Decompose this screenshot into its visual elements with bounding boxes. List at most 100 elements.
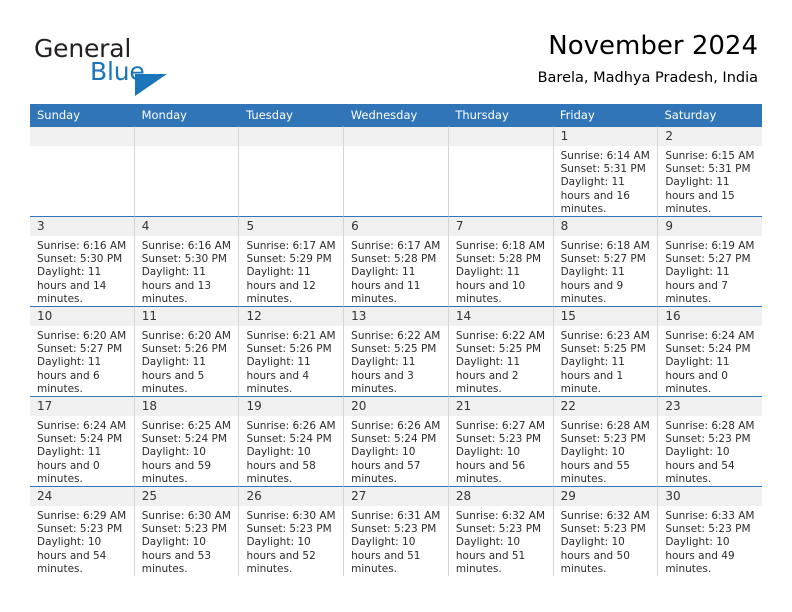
weekday-header-sunday: Sunday [37, 108, 81, 122]
sun-info-text: Sunrise: 6:33 AM Sunset: 5:23 PM Dayligh… [665, 510, 755, 575]
day-number: 24 [30, 487, 134, 506]
sun-info-text: Sunrise: 6:17 AM Sunset: 5:29 PM Dayligh… [246, 240, 336, 305]
calendar-weeks: 1 Sunrise: 6:14 AM Sunset: 5:31 PM Daylig… [30, 126, 763, 576]
calendar-day-cell-empty [239, 126, 345, 216]
calendar-day-cell[interactable]: 24 Sunrise: 6:29 AM Sunset: 5:23 PM Dayli… [30, 486, 135, 576]
calendar-week-row: 24 Sunrise: 6:29 AM Sunset: 5:23 PM Dayli… [30, 486, 763, 576]
day-number: 13 [344, 307, 448, 326]
day-number [344, 127, 448, 146]
day-number [448, 127, 553, 146]
calendar-day-cell[interactable]: 14 Sunrise: 6:22 AM Sunset: 5:25 PM Dayli… [448, 306, 554, 396]
sun-info-text: Sunrise: 6:24 AM Sunset: 5:24 PM Dayligh… [665, 330, 755, 395]
calendar-day-cell[interactable]: 7 Sunrise: 6:18 AM Sunset: 5:28 PM Daylig… [448, 216, 554, 306]
weekday-header-wednesday: Wednesday [350, 108, 418, 122]
sun-info-text: Sunrise: 6:28 AM Sunset: 5:23 PM Dayligh… [665, 420, 755, 485]
day-number: 17 [30, 397, 134, 416]
day-number: 21 [448, 397, 553, 416]
general-blue-logo[interactable]: General Blue [34, 34, 234, 96]
sun-info-text: Sunrise: 6:30 AM Sunset: 5:23 PM Dayligh… [246, 510, 336, 575]
calendar-day-cell[interactable]: 28 Sunrise: 6:32 AM Sunset: 5:23 PM Dayli… [448, 486, 554, 576]
sun-info-text: Sunrise: 6:16 AM Sunset: 5:30 PM Dayligh… [37, 240, 127, 305]
calendar-week-row: 3 Sunrise: 6:16 AM Sunset: 5:30 PM Daylig… [30, 216, 763, 306]
weekday-header-saturday: Saturday [664, 108, 717, 122]
day-number: 23 [658, 397, 763, 416]
calendar-day-cell[interactable]: 1 Sunrise: 6:14 AM Sunset: 5:31 PM Daylig… [553, 126, 659, 216]
calendar-day-cell[interactable]: 8 Sunrise: 6:18 AM Sunset: 5:27 PM Daylig… [553, 216, 659, 306]
sun-info-text: Sunrise: 6:14 AM Sunset: 5:31 PM Dayligh… [560, 150, 650, 215]
sun-info-text: Sunrise: 6:18 AM Sunset: 5:28 PM Dayligh… [455, 240, 546, 305]
day-number: 4 [134, 217, 239, 236]
calendar-day-cell[interactable]: 20 Sunrise: 6:26 AM Sunset: 5:24 PM Dayli… [344, 396, 449, 486]
day-number: 26 [239, 487, 344, 506]
calendar-day-cell-empty [30, 126, 135, 216]
calendar-day-cell[interactable]: 3 Sunrise: 6:16 AM Sunset: 5:30 PM Daylig… [30, 216, 135, 306]
sun-info-text: Sunrise: 6:26 AM Sunset: 5:24 PM Dayligh… [351, 420, 441, 485]
day-number: 3 [30, 217, 134, 236]
sun-info-text: Sunrise: 6:25 AM Sunset: 5:24 PM Dayligh… [141, 420, 231, 485]
calendar-week-row: 10 Sunrise: 6:20 AM Sunset: 5:27 PM Dayli… [30, 306, 763, 396]
sun-info-text: Sunrise: 6:29 AM Sunset: 5:23 PM Dayligh… [37, 510, 127, 575]
calendar-day-cell[interactable]: 16 Sunrise: 6:24 AM Sunset: 5:24 PM Dayli… [658, 306, 763, 396]
day-number: 27 [344, 487, 448, 506]
calendar-week-row: 1 Sunrise: 6:14 AM Sunset: 5:31 PM Daylig… [30, 126, 763, 216]
calendar-day-cell[interactable]: 27 Sunrise: 6:31 AM Sunset: 5:23 PM Dayli… [344, 486, 449, 576]
calendar-day-cell[interactable]: 4 Sunrise: 6:16 AM Sunset: 5:30 PM Daylig… [134, 216, 240, 306]
sun-info-text: Sunrise: 6:31 AM Sunset: 5:23 PM Dayligh… [351, 510, 441, 575]
calendar-day-cell-empty [134, 126, 240, 216]
day-number: 14 [448, 307, 553, 326]
calendar-day-cell[interactable]: 26 Sunrise: 6:30 AM Sunset: 5:23 PM Dayli… [239, 486, 345, 576]
sun-info-text: Sunrise: 6:16 AM Sunset: 5:30 PM Dayligh… [141, 240, 231, 305]
page-title: November 2024 [548, 31, 758, 61]
calendar-week-row: 17 Sunrise: 6:24 AM Sunset: 5:24 PM Dayli… [30, 396, 763, 486]
day-number: 19 [239, 397, 344, 416]
calendar-day-cell[interactable]: 13 Sunrise: 6:22 AM Sunset: 5:25 PM Dayli… [344, 306, 449, 396]
day-number [134, 127, 239, 146]
sun-info-text: Sunrise: 6:22 AM Sunset: 5:25 PM Dayligh… [351, 330, 441, 395]
day-number: 12 [239, 307, 344, 326]
weekday-header-thursday: Thursday [455, 108, 509, 122]
calendar-day-cell[interactable]: 21 Sunrise: 6:27 AM Sunset: 5:23 PM Dayli… [448, 396, 554, 486]
calendar-day-cell[interactable]: 17 Sunrise: 6:24 AM Sunset: 5:24 PM Dayli… [30, 396, 135, 486]
day-number: 15 [553, 307, 658, 326]
sun-info-text: Sunrise: 6:27 AM Sunset: 5:23 PM Dayligh… [455, 420, 546, 485]
calendar-day-cell[interactable]: 11 Sunrise: 6:20 AM Sunset: 5:26 PM Dayli… [134, 306, 240, 396]
calendar-day-cell[interactable]: 30 Sunrise: 6:33 AM Sunset: 5:23 PM Dayli… [658, 486, 763, 576]
day-number: 25 [134, 487, 239, 506]
logo-text-blue: Blue [90, 57, 145, 86]
calendar-grid: Sunday Monday Tuesday Wednesday Thursday Frid… [30, 104, 763, 576]
calendar-day-cell[interactable]: 18 Sunrise: 6:25 AM Sunset: 5:24 PM Dayli… [134, 396, 240, 486]
calendar-day-cell[interactable]: 22 Sunrise: 6:28 AM Sunset: 5:23 PM Dayli… [553, 396, 659, 486]
day-number [239, 127, 344, 146]
sun-info-text: Sunrise: 6:32 AM Sunset: 5:23 PM Dayligh… [455, 510, 546, 575]
day-number [30, 127, 134, 146]
weekday-header-row: Sunday Monday Tuesday Wednesday Thursday Frid… [30, 104, 762, 126]
day-number: 6 [344, 217, 448, 236]
location-subtitle: Barela, Madhya Pradesh, India [537, 70, 758, 86]
calendar-day-cell[interactable]: 9 Sunrise: 6:19 AM Sunset: 5:27 PM Daylig… [658, 216, 763, 306]
calendar-day-cell[interactable]: 2 Sunrise: 6:15 AM Sunset: 5:31 PM Daylig… [658, 126, 763, 216]
title-block: November 2024 Barela, Madhya Pradesh, In… [538, 30, 758, 89]
day-number: 10 [30, 307, 134, 326]
calendar-day-cell[interactable]: 15 Sunrise: 6:23 AM Sunset: 5:25 PM Dayli… [553, 306, 659, 396]
calendar-day-cell-empty [448, 126, 554, 216]
calendar-day-cell[interactable]: 6 Sunrise: 6:17 AM Sunset: 5:28 PM Daylig… [344, 216, 449, 306]
calendar-day-cell[interactable]: 25 Sunrise: 6:30 AM Sunset: 5:23 PM Dayli… [134, 486, 240, 576]
calendar-day-cell[interactable]: 12 Sunrise: 6:21 AM Sunset: 5:26 PM Dayli… [239, 306, 345, 396]
page-header: General Blue November 2024 Barela, Madhy… [34, 30, 758, 98]
day-number: 8 [553, 217, 658, 236]
calendar-day-cell[interactable]: 19 Sunrise: 6:26 AM Sunset: 5:24 PM Dayli… [239, 396, 345, 486]
calendar-day-cell[interactable]: 10 Sunrise: 6:20 AM Sunset: 5:27 PM Dayli… [30, 306, 135, 396]
day-number: 29 [553, 487, 658, 506]
sun-info-text: Sunrise: 6:19 AM Sunset: 5:27 PM Dayligh… [665, 240, 755, 305]
calendar-day-cell[interactable]: 29 Sunrise: 6:32 AM Sunset: 5:23 PM Dayli… [553, 486, 659, 576]
day-number: 7 [448, 217, 553, 236]
sun-info-text: Sunrise: 6:17 AM Sunset: 5:28 PM Dayligh… [351, 240, 441, 305]
sun-info-text: Sunrise: 6:21 AM Sunset: 5:26 PM Dayligh… [246, 330, 336, 395]
day-number: 30 [658, 487, 763, 506]
sun-info-text: Sunrise: 6:26 AM Sunset: 5:24 PM Dayligh… [246, 420, 336, 485]
sun-info-text: Sunrise: 6:18 AM Sunset: 5:27 PM Dayligh… [560, 240, 650, 305]
sun-info-text: Sunrise: 6:22 AM Sunset: 5:25 PM Dayligh… [455, 330, 546, 395]
day-number: 22 [553, 397, 658, 416]
calendar-day-cell[interactable]: 23 Sunrise: 6:28 AM Sunset: 5:23 PM Dayli… [658, 396, 763, 486]
calendar-day-cell[interactable]: 5 Sunrise: 6:17 AM Sunset: 5:29 PM Daylig… [239, 216, 345, 306]
